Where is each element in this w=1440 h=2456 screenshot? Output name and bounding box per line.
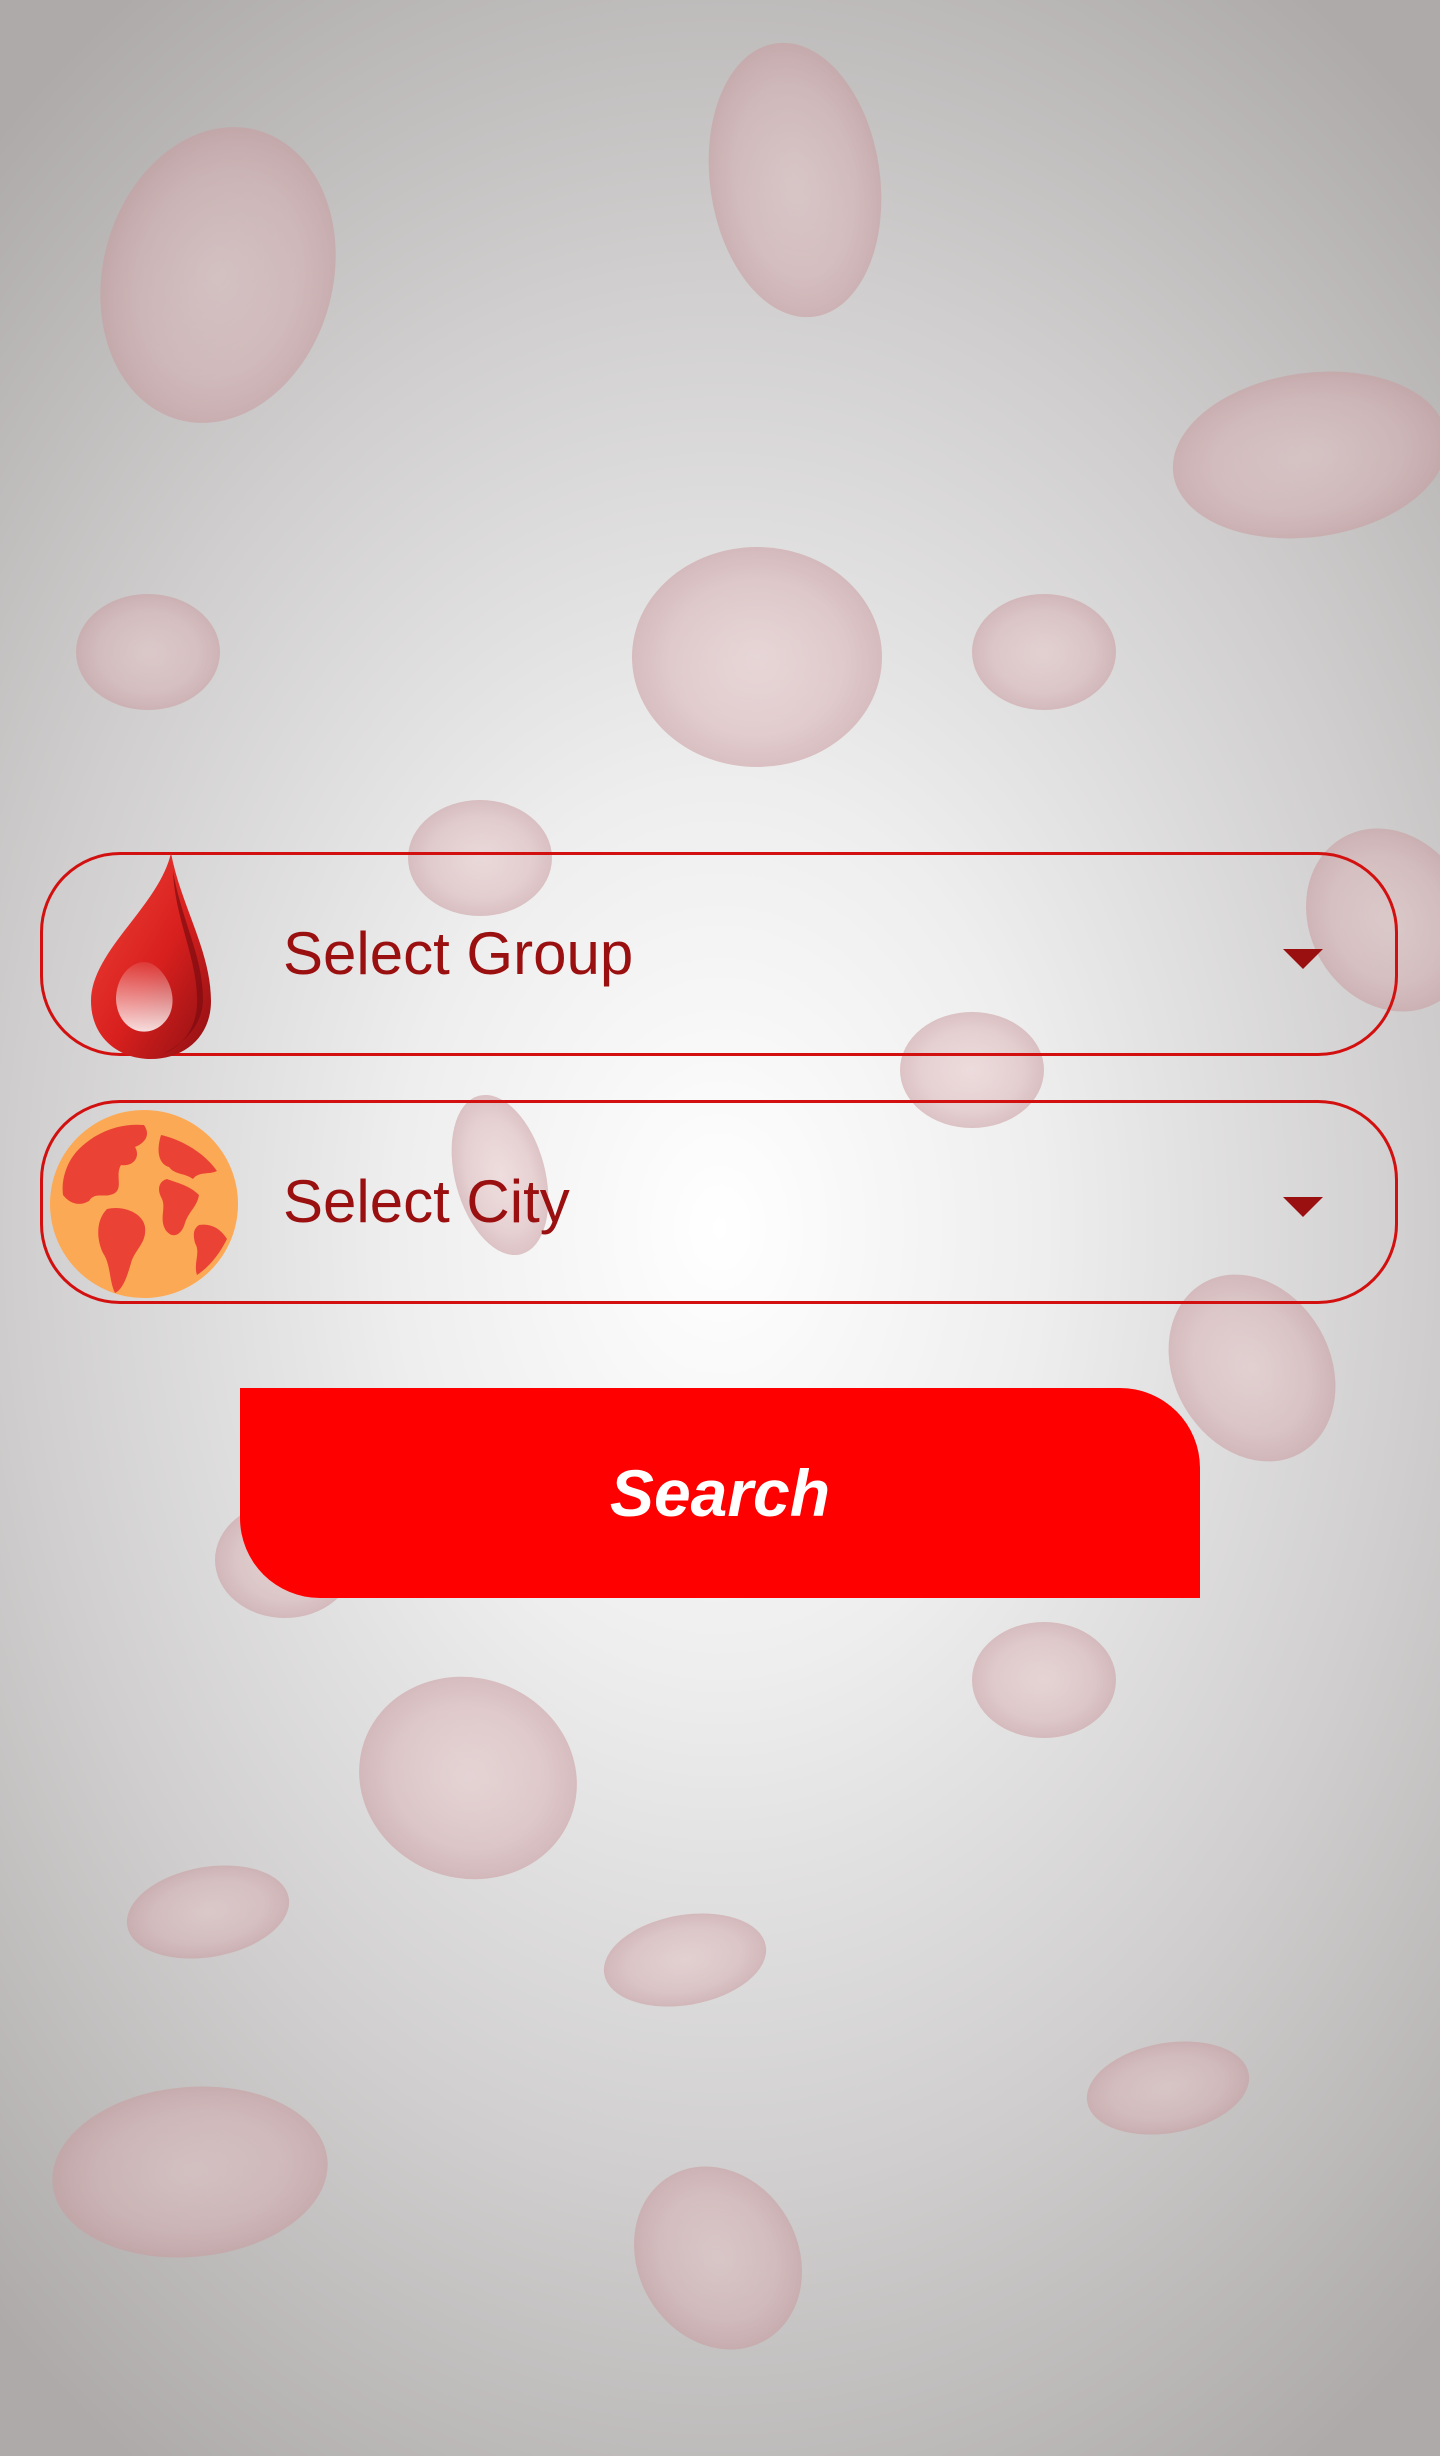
globe-icon: [50, 1110, 238, 1298]
chevron-down-icon: [1283, 1197, 1323, 1217]
chevron-down-icon: [1283, 949, 1323, 969]
city-select[interactable]: Select City: [40, 1100, 1398, 1304]
search-button[interactable]: Search: [240, 1388, 1200, 1598]
blood-group-select-value: Select Group: [283, 920, 634, 987]
city-select-value: Select City: [283, 1168, 570, 1235]
blood-drop-icon: [91, 853, 211, 1059]
blood-group-select[interactable]: Select Group: [40, 852, 1398, 1059]
